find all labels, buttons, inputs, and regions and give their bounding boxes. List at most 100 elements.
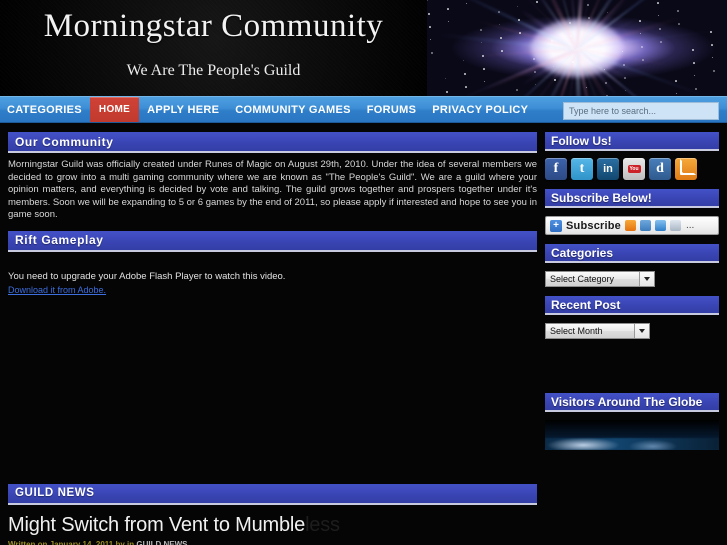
star-speck [516, 89, 518, 91]
star-speck [588, 17, 590, 19]
star-speck [711, 44, 713, 46]
chevron-down-icon[interactable] [639, 272, 654, 286]
star-speck [607, 12, 608, 13]
linkedin-icon[interactable]: in [597, 158, 619, 180]
star-speck [501, 50, 503, 52]
google-reader-icon[interactable] [640, 220, 651, 231]
facebook-icon[interactable]: f [545, 158, 567, 180]
nav-item-home[interactable]: HOME [89, 97, 140, 122]
star-speck [448, 21, 449, 22]
star-speck [572, 61, 574, 63]
guild-news-heading: GUILD NEWS [8, 483, 537, 505]
subscribe-heading: Subscribe Below! [545, 189, 719, 208]
star-speck [693, 62, 695, 64]
star-speck [466, 3, 467, 4]
star-speck [499, 24, 500, 25]
visitors-globe-map[interactable] [545, 420, 719, 450]
star-speck [587, 4, 589, 6]
month-select-value: Select Month [550, 326, 603, 336]
chevron-down-icon[interactable] [634, 324, 649, 338]
bloglines-icon[interactable] [655, 220, 666, 231]
sidebar: Follow Us! f t in You d Subscribe Below!… [545, 123, 727, 545]
star-speck [623, 64, 625, 66]
star-speck [518, 19, 520, 21]
star-speck [517, 6, 518, 7]
star-speck [586, 87, 587, 88]
star-speck [658, 15, 659, 16]
nav-item-apply-here[interactable]: APPLY HERE [139, 97, 227, 122]
more-feeds-ellipsis[interactable]: ... [686, 220, 694, 231]
subscribe-widget[interactable]: + Subscribe ... [545, 216, 719, 235]
post-category-link[interactable]: GUILD NEWS [136, 540, 187, 545]
star-speck [692, 49, 694, 51]
star-speck [622, 51, 623, 52]
subscribe-plus-icon: + [550, 219, 562, 232]
video-player-area[interactable]: You need to upgrade your Adobe Flash Pla… [0, 270, 545, 475]
post-byline: Written on January 14, 2011 by in GUILD … [8, 540, 537, 545]
starburst-core [531, 19, 623, 77]
nav-item-community-games[interactable]: COMMUNITY GAMES [227, 97, 359, 122]
star-speck [712, 57, 713, 58]
download-flash-link[interactable]: Download it from Adobe. [8, 285, 537, 295]
rift-gameplay-heading: Rift Gameplay [8, 230, 537, 252]
subscribe-label: Subscribe [566, 219, 621, 232]
search-box[interactable] [563, 101, 719, 120]
post-title[interactable]: Might Switch from Vent to Mumbleless [8, 514, 537, 537]
header-banner-image [427, 0, 727, 96]
star-speck [463, 60, 464, 61]
nav-item-privacy-policy[interactable]: PRIVACY POLICY [424, 97, 536, 122]
star-speck [428, 13, 430, 15]
star-speck [676, 93, 677, 94]
star-speck [431, 52, 433, 54]
rss-feed-icon[interactable] [625, 220, 636, 231]
star-speck [571, 48, 572, 49]
star-speck [498, 11, 500, 13]
star-speck [605, 82, 607, 84]
star-speck [482, 55, 484, 57]
youtube-icon[interactable]: You [623, 158, 645, 180]
star-speck [465, 86, 467, 88]
digg-icon[interactable]: d [649, 158, 671, 180]
netvibes-icon[interactable] [670, 220, 681, 231]
star-speck [445, 78, 446, 79]
nav-item-categories[interactable]: CATEGORIES [0, 97, 90, 122]
star-speck [659, 28, 661, 30]
recent-select-wrap: Select Month [545, 323, 719, 339]
star-speck [500, 37, 502, 39]
star-speck [660, 41, 662, 43]
star-speck [678, 23, 680, 25]
site-header: Morningstar Community We Are The People'… [0, 0, 727, 96]
twitter-icon[interactable]: t [571, 158, 593, 180]
search-input[interactable] [563, 102, 719, 120]
star-speck [657, 2, 659, 4]
category-select-value: Select Category [550, 274, 615, 284]
star-speck [519, 32, 521, 34]
post-title-ghost-text: less [305, 513, 340, 536]
month-select[interactable]: Select Month [545, 323, 650, 339]
star-speck [569, 22, 571, 24]
star-speck [535, 84, 536, 85]
nav-item-list: CATEGORIES HOME APPLY HERE COMMUNITY GAMES F… [0, 97, 536, 122]
main-navigation: CATEGORIES HOME APPLY HERE COMMUNITY GAMES F… [0, 96, 727, 123]
star-speck [447, 8, 449, 10]
category-select[interactable]: Select Category [545, 271, 655, 287]
star-speck [483, 68, 485, 70]
star-speck [552, 53, 554, 55]
star-speck [642, 59, 644, 61]
site-tagline: We Are The People's Guild [126, 62, 301, 79]
star-speck [625, 90, 626, 91]
star-speck [464, 73, 466, 75]
globe-strip [545, 438, 719, 450]
nav-item-forums[interactable]: FORUMS [359, 97, 424, 122]
star-speck [480, 29, 482, 31]
star-speck [640, 33, 641, 34]
star-speck [533, 58, 535, 60]
star-speck [484, 81, 485, 82]
star-speck [694, 75, 695, 76]
star-speck [675, 80, 677, 82]
star-speck [554, 79, 556, 81]
rss-icon[interactable] [675, 158, 697, 180]
post-byline-prefix: Written on January 14, 2011 by in [8, 539, 137, 545]
star-speck [589, 30, 590, 31]
